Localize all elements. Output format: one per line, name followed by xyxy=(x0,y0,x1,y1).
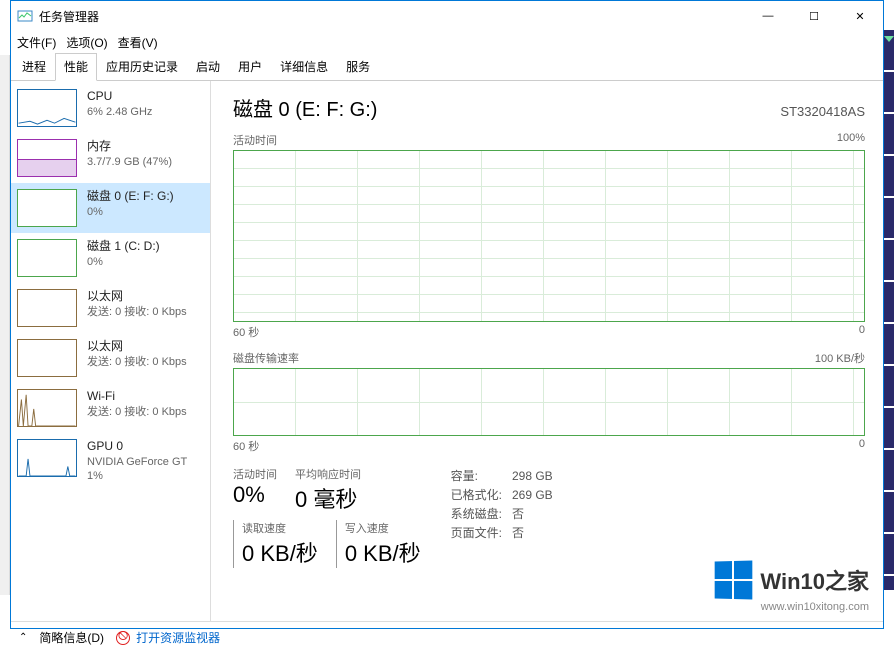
transfer-rate-chart[interactable] xyxy=(233,368,865,436)
maximize-button[interactable]: ☐ xyxy=(791,1,837,31)
memory-thumb xyxy=(17,139,77,177)
resource-monitor-link[interactable]: 打开资源监视器 xyxy=(136,629,220,646)
disk-info-table: 容量:298 GB 已格式化:269 GB 系统磁盘:否 页面文件:否 xyxy=(451,466,563,568)
disk-thumb xyxy=(17,189,77,227)
page-title: 磁盘 0 (E: F: G:) xyxy=(233,93,377,122)
sidebar-item-label: 磁盘 1 (C: D:) xyxy=(87,239,160,255)
titlebar[interactable]: 任务管理器 — ☐ ✕ xyxy=(11,1,883,31)
menu-options[interactable]: 选项(O) xyxy=(66,34,107,51)
active-time-chart[interactable] xyxy=(233,150,865,322)
app-icon xyxy=(17,8,33,24)
sidebar: CPU6% 2.48 GHz 内存3.7/7.9 GB (47%) 磁盘 0 (… xyxy=(11,81,211,621)
sidebar-item-label: GPU 0 xyxy=(87,439,187,455)
sidebar-item-disk0[interactable]: 磁盘 0 (E: F: G:)0% xyxy=(11,183,210,233)
watermark: Win10之家 www.win10xitong.com xyxy=(714,561,869,613)
chart-max: 100 KB/秒 xyxy=(815,350,865,366)
window-title: 任务管理器 xyxy=(39,8,745,25)
task-manager-window: 任务管理器 — ☐ ✕ 文件(F) 选项(O) 查看(V) 进程 性能 应用历史… xyxy=(10,0,884,629)
sidebar-item-label: CPU xyxy=(87,89,152,105)
sidebar-item-cpu[interactable]: CPU6% 2.48 GHz xyxy=(11,83,210,133)
menubar: 文件(F) 选项(O) 查看(V) xyxy=(11,31,883,53)
sidebar-item-label: 磁盘 0 (E: F: G:) xyxy=(87,189,174,205)
content-area: CPU6% 2.48 GHz 内存3.7/7.9 GB (47%) 磁盘 0 (… xyxy=(11,81,883,621)
chart-max: 100% xyxy=(837,132,865,148)
close-button[interactable]: ✕ xyxy=(837,1,883,31)
tabs: 进程 性能 应用历史记录 启动 用户 详细信息 服务 xyxy=(11,53,883,81)
brief-info-link[interactable]: 简略信息(D) xyxy=(39,629,104,646)
sysdisk-value: 否 xyxy=(512,504,563,523)
formatted-value: 269 GB xyxy=(512,485,563,504)
sidebar-item-wifi[interactable]: Wi-Fi发送: 0 接收: 0 Kbps xyxy=(11,383,210,433)
sidebar-item-label: 内存 xyxy=(87,139,172,155)
sidebar-item-gpu[interactable]: GPU 0NVIDIA GeForce GT 1% xyxy=(11,433,210,489)
sidebar-item-label: 以太网 xyxy=(87,289,187,305)
sidebar-item-label: 以太网 xyxy=(87,339,187,355)
sidebar-item-memory[interactable]: 内存3.7/7.9 GB (47%) xyxy=(11,133,210,183)
disk-model: ST3320418AS xyxy=(780,104,865,119)
sidebar-item-label: Wi-Fi xyxy=(87,389,187,405)
sidebar-item-ethernet-2[interactable]: 以太网发送: 0 接收: 0 Kbps xyxy=(11,333,210,383)
tab-startup[interactable]: 启动 xyxy=(187,53,229,80)
avg-response-value: 0 毫秒 xyxy=(295,482,361,514)
window-controls: — ☐ ✕ xyxy=(745,1,883,31)
cpu-thumb xyxy=(17,89,77,127)
windows-logo-icon xyxy=(715,560,753,599)
tab-services[interactable]: 服务 xyxy=(337,53,379,80)
active-time-chart-area: 活动时间100% 60 秒0 xyxy=(233,132,865,340)
ethernet-thumb xyxy=(17,339,77,377)
write-speed-value: 0 KB/秒 xyxy=(336,536,421,568)
gpu-thumb xyxy=(17,439,77,477)
shield-icon: 🛇 xyxy=(116,631,130,645)
capacity-value: 298 GB xyxy=(512,466,563,485)
footer: ⌃ 简略信息(D) 🛇 打开资源监视器 xyxy=(11,621,883,653)
disk-thumb xyxy=(17,239,77,277)
menu-file[interactable]: 文件(F) xyxy=(17,34,56,51)
transfer-rate-chart-area: 磁盘传输速率100 KB/秒 60 秒0 xyxy=(233,350,865,454)
tab-details[interactable]: 详细信息 xyxy=(271,53,337,80)
tab-performance[interactable]: 性能 xyxy=(55,53,97,81)
tab-app-history[interactable]: 应用历史记录 xyxy=(97,53,187,80)
stats-area: 活动时间0% 平均响应时间0 毫秒 读取速度0 KB/秒 写入速度0 KB/秒 … xyxy=(233,466,865,568)
main-panel: 磁盘 0 (E: F: G:) ST3320418AS 活动时间100% 60 … xyxy=(211,81,883,621)
chart-label: 活动时间 xyxy=(233,132,277,148)
pagefile-value: 否 xyxy=(512,523,563,542)
wifi-thumb xyxy=(17,389,77,427)
chevron-up-icon[interactable]: ⌃ xyxy=(19,632,27,643)
ethernet-thumb xyxy=(17,289,77,327)
tab-users[interactable]: 用户 xyxy=(229,53,271,80)
background-desktop-strip xyxy=(0,55,10,595)
menu-view[interactable]: 查看(V) xyxy=(118,34,158,51)
minimize-button[interactable]: — xyxy=(745,1,791,31)
sidebar-item-ethernet-1[interactable]: 以太网发送: 0 接收: 0 Kbps xyxy=(11,283,210,333)
read-speed-value: 0 KB/秒 xyxy=(233,536,318,568)
chart-label: 磁盘传输速率 xyxy=(233,350,299,366)
sidebar-item-disk1[interactable]: 磁盘 1 (C: D:)0% xyxy=(11,233,210,283)
active-time-value: 0% xyxy=(233,482,277,508)
right-media-strip xyxy=(884,30,894,590)
tab-processes[interactable]: 进程 xyxy=(13,53,55,80)
